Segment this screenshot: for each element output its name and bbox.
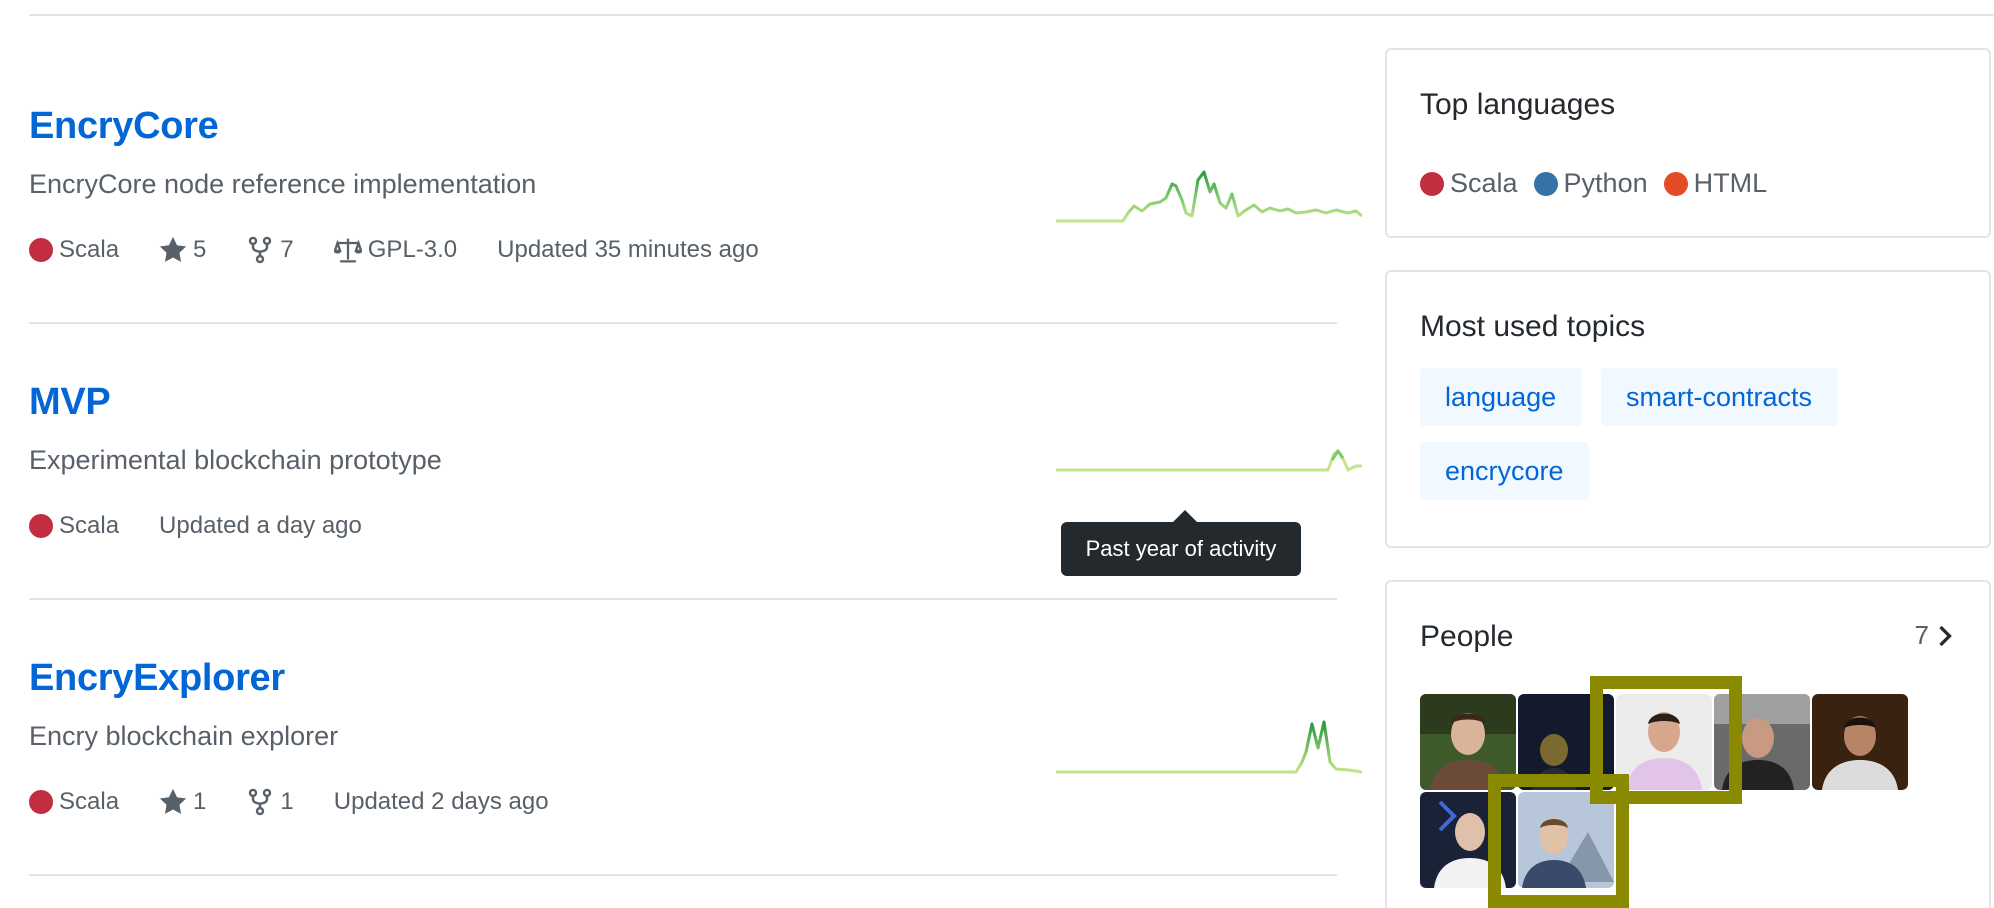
topics-box: Most used topics language smart-contract… — [1385, 270, 1991, 548]
language-label: Scala — [59, 788, 120, 815]
language-item[interactable]: Scala — [1420, 168, 1518, 199]
star-icon — [159, 236, 187, 262]
forks-link[interactable]: 1 — [246, 788, 294, 816]
repo-language: Scala — [29, 512, 119, 540]
people-count-link[interactable]: 7 — [1915, 620, 1955, 651]
people-title: People — [1420, 620, 1514, 653]
language-label: Scala — [59, 512, 120, 539]
chevron-right-icon — [1939, 625, 1952, 646]
top-languages-title: Top languages — [1420, 88, 1616, 121]
repo-language: Scala — [29, 236, 119, 264]
topic-tag[interactable]: encrycore — [1420, 442, 1589, 500]
forks-link[interactable]: 7 — [246, 236, 294, 264]
repo-name-link[interactable]: EncryCore — [29, 102, 219, 150]
language-color-dot — [1663, 171, 1688, 196]
repo-divider — [29, 598, 1337, 600]
fork-icon — [249, 236, 272, 264]
updated-time: Updated a day ago — [159, 512, 362, 539]
topics-title: Most used topics — [1420, 310, 1646, 343]
language-color-dot — [29, 790, 53, 814]
repo-description: Encry blockchain explorer — [29, 721, 339, 751]
language-color-dot — [29, 514, 53, 538]
repo-meta: Scala 1 1 Updated 2 days ago — [29, 784, 589, 820]
activity-sparkline[interactable] — [1056, 704, 1362, 776]
stars-link[interactable]: 1 — [159, 788, 206, 816]
law-scale-icon — [333, 238, 362, 263]
topic-tag[interactable]: language — [1420, 368, 1582, 426]
repo-divider — [29, 322, 1337, 324]
language-item[interactable]: Python — [1533, 168, 1648, 199]
stars-count: 5 — [193, 236, 207, 263]
language-color-dot — [1420, 171, 1444, 196]
top-languages-list: Scala Python HTML — [1420, 168, 1783, 199]
forks-count: 1 — [280, 788, 294, 815]
stars-count: 1 — [193, 788, 207, 815]
repo-divider — [29, 874, 1337, 876]
repo-description: EncryCore node reference implementation — [29, 169, 537, 199]
repo-description: Experimental blockchain prototype — [29, 445, 442, 475]
activity-sparkline[interactable] — [1056, 406, 1362, 478]
avatar-highlight-box — [1488, 774, 1629, 908]
repo-meta: Scala Updated a day ago — [29, 508, 402, 544]
repo-name-link[interactable]: EncryExplorer — [29, 654, 285, 702]
star-icon — [159, 788, 187, 814]
top-languages-box: Top languages Scala Python HTML — [1385, 48, 1991, 238]
language-color-dot — [1533, 171, 1558, 196]
member-avatar[interactable] — [1812, 694, 1908, 790]
stars-link[interactable]: 5 — [159, 236, 206, 264]
language-color-dot — [29, 238, 53, 262]
language-item[interactable]: HTML — [1663, 168, 1768, 199]
language-label: Scala — [59, 236, 120, 263]
repo-license: GPL-3.0 — [333, 236, 458, 264]
repo-item: EncryExplorer Encry blockchain explorer … — [29, 654, 1362, 824]
activity-sparkline[interactable] — [1056, 158, 1362, 230]
updated-time: Updated 2 days ago — [333, 788, 549, 815]
person-avatar-image — [1812, 694, 1908, 790]
repo-item: EncryCore EncryCore node reference imple… — [29, 102, 1362, 272]
fork-icon — [249, 788, 272, 816]
activity-tooltip: Past year of activity — [1061, 510, 1301, 576]
language-label: Python — [1563, 168, 1648, 198]
org-repositories-page: EncryCore EncryCore node reference imple… — [0, 0, 1994, 908]
people-count: 7 — [1914, 620, 1929, 650]
language-label: Scala — [1450, 168, 1518, 198]
license-label: GPL-3.0 — [367, 236, 458, 263]
updated-time: Updated 35 minutes ago — [497, 236, 759, 263]
repo-language: Scala — [29, 788, 119, 816]
topic-tag[interactable]: smart-contracts — [1601, 368, 1838, 426]
top-divider — [29, 14, 1994, 16]
language-label: HTML — [1693, 168, 1768, 198]
forks-count: 7 — [280, 236, 294, 263]
repo-meta: Scala 5 7 GPL-3.0 Updated 35 minutes ago — [29, 232, 799, 268]
repo-name-link[interactable]: MVP — [29, 378, 111, 426]
